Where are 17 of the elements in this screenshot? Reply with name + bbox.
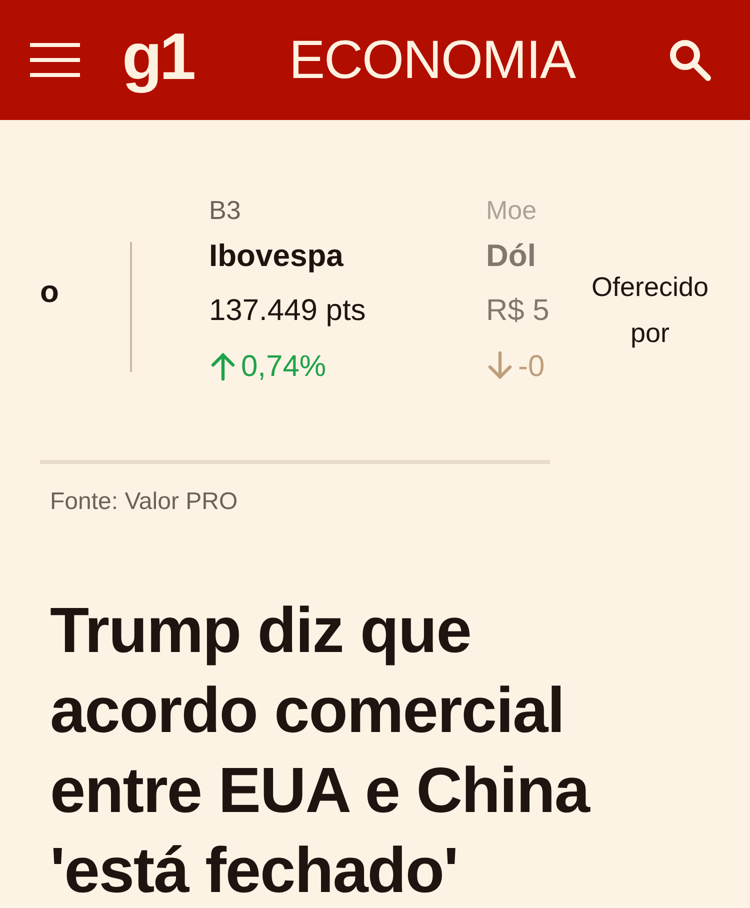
arrow-up-icon — [209, 351, 237, 381]
index-name: Ibovespa — [209, 238, 344, 273]
arrow-down-icon — [486, 351, 514, 381]
headline: Trump diz que acordo comercial entre EUA e China 'está fechado' — [50, 593, 591, 908]
index-value: R$ 5 — [486, 294, 550, 327]
index-name: o — [40, 274, 59, 309]
index-change: 0,74% — [241, 348, 326, 384]
search-icon[interactable] — [668, 38, 712, 82]
section-title: ECONOMIA — [289, 33, 576, 87]
index-value: 137.449 pts — [209, 294, 366, 327]
source-note: Fonte: Valor PRO — [50, 488, 238, 515]
sponsor-label: Oferecido por — [590, 271, 710, 350]
market-label: Moe — [486, 195, 537, 225]
index-change: -0 — [518, 348, 545, 384]
menu-icon[interactable] — [30, 43, 80, 77]
market-label: B3 — [209, 195, 241, 225]
index-name: Dól — [486, 238, 536, 273]
